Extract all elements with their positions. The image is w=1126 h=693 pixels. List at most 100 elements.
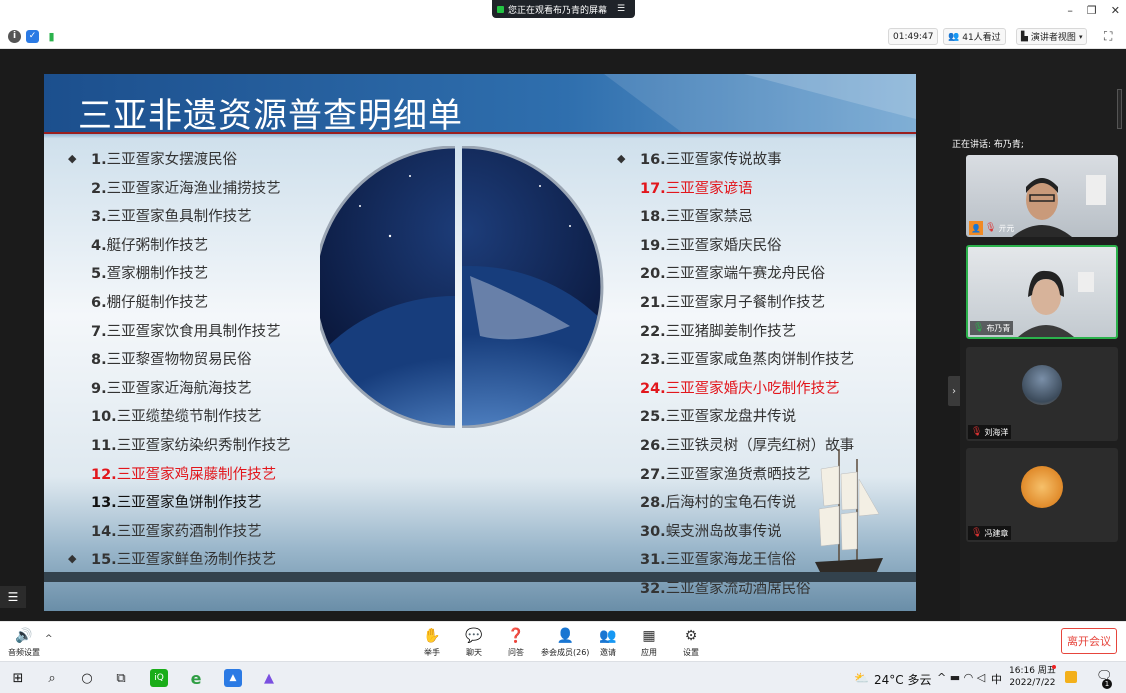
left-list-item: 2.三亚疍家近海渔业捕捞技艺 bbox=[91, 177, 281, 198]
fullscreen-icon[interactable]: ⛶ bbox=[1104, 29, 1112, 44]
meeting-app-icon[interactable]: ▲ bbox=[224, 669, 242, 687]
audio-settings-button[interactable]: 🔊 音频设置 bbox=[8, 628, 40, 658]
browser-icon[interactable]: e bbox=[187, 669, 205, 688]
security-shield-icon[interactable]: ✓ bbox=[26, 30, 39, 43]
left-list-item: 14.三亚疍家药酒制作技艺 bbox=[91, 520, 262, 541]
participant-name: 布乃青 bbox=[986, 323, 1011, 333]
toolbar-button-label: 聊天 bbox=[466, 648, 482, 657]
ime-indicator[interactable]: 中 bbox=[991, 671, 1002, 687]
clock[interactable]: 16:16 周五 2022/7/22 bbox=[1009, 665, 1056, 689]
item-text: 三亚疍家饮食用具制作技艺 bbox=[106, 323, 281, 340]
leave-meeting-button[interactable]: 离开会议 bbox=[1061, 628, 1117, 654]
tray-icons[interactable]: ^ ▬ ◠ ◁ bbox=[937, 671, 985, 684]
avatar bbox=[1022, 365, 1062, 405]
item-text: 三亚疍家近海航海技艺 bbox=[106, 380, 252, 397]
iqiyi-app-icon[interactable]: iQ bbox=[150, 669, 168, 687]
item-number: 2. bbox=[91, 180, 107, 197]
mic-active-icon: 🎙 bbox=[973, 323, 985, 333]
toolbar-button-label: 邀请 bbox=[600, 648, 616, 657]
item-text: 三亚疍家禁忌 bbox=[665, 209, 753, 226]
item-number: 6. bbox=[91, 295, 107, 311]
item-number: 22. bbox=[640, 323, 666, 340]
screen-share-banner[interactable]: 您正在观看布乃青的屏幕 ☰ bbox=[492, 0, 635, 18]
list-toggle-icon[interactable]: ☰ bbox=[0, 586, 26, 608]
item-number: 27. bbox=[640, 466, 666, 483]
view-mode-dropdown[interactable]: ▙ 演讲者视图 ▾ bbox=[1016, 28, 1088, 45]
item-number: 28. bbox=[640, 495, 666, 512]
video-tile[interactable]: 👤 🎙 亓元 bbox=[966, 155, 1118, 237]
left-list-item: 13.三亚疍家鱼饼制作技艺 bbox=[91, 491, 262, 512]
item-text: 三亚疍家鱼具制作技艺 bbox=[106, 209, 252, 226]
signal-icon[interactable]: ▮ bbox=[45, 30, 58, 43]
menu-icon[interactable]: ☰ bbox=[617, 4, 625, 14]
apps-button[interactable]: ▦ 应用 bbox=[641, 628, 657, 658]
left-list-item: 7.三亚疍家饮食用具制作技艺 bbox=[91, 320, 281, 341]
meeting-timer: 01:49:47 bbox=[888, 28, 939, 45]
invite-button[interactable]: 👥 邀请 bbox=[599, 628, 616, 658]
video-tile[interactable]: 🎙 冯建章 bbox=[966, 448, 1118, 542]
apps-icon: ▦ bbox=[642, 628, 656, 644]
sailboat-image bbox=[815, 449, 883, 578]
item-number: 13. bbox=[91, 495, 117, 512]
restore-icon[interactable]: ❐ bbox=[1087, 4, 1097, 17]
left-list-item: 5.疍家棚制作技艺 bbox=[91, 262, 208, 283]
app-icon[interactable]: ▲ bbox=[260, 669, 278, 687]
item-text: 三亚缆垫缆节制作技艺 bbox=[116, 409, 262, 426]
left-list-item: 6.棚仔艇制作技艺 bbox=[91, 291, 208, 312]
item-number: 10. bbox=[91, 409, 117, 426]
video-tile[interactable]: 🎙 布乃青 bbox=[966, 245, 1118, 339]
right-list-item: 16.三亚疍家传说故事 bbox=[640, 148, 782, 169]
item-text: 三亚疍家近海渔业捕捞技艺 bbox=[106, 180, 281, 197]
mic-muted-icon: 🎙 bbox=[985, 223, 997, 233]
video-tile[interactable]: 🎙 刘海洋 bbox=[966, 347, 1118, 441]
toolbar-button-label: 参会成员(26) bbox=[541, 648, 590, 657]
item-text: 三亚疍家婚庆小吃制作技艺 bbox=[665, 380, 840, 397]
item-text: 三亚疍家流动酒席民俗 bbox=[665, 581, 811, 597]
chevron-up-icon[interactable]: ^ bbox=[45, 634, 53, 644]
item-number: 30. bbox=[640, 523, 666, 540]
item-text: 三亚疍家月子餐制作技艺 bbox=[665, 295, 826, 311]
title-underline bbox=[44, 132, 916, 134]
settings-button[interactable]: ⚙ 设置 bbox=[683, 628, 699, 658]
weather-text[interactable]: 24°C 多云 bbox=[874, 671, 931, 688]
hand-button[interactable]: ✋ 举手 bbox=[423, 628, 440, 658]
chat-button[interactable]: 💬 聊天 bbox=[465, 628, 482, 658]
item-number: 25. bbox=[640, 409, 666, 426]
minimize-icon[interactable]: – bbox=[1067, 4, 1073, 17]
item-number: 5. bbox=[91, 266, 107, 283]
item-text: 三亚疍家纺染织秀制作技艺 bbox=[116, 438, 291, 454]
item-text: 艇仔粥制作技艺 bbox=[106, 237, 209, 254]
viewers-button[interactable]: 👥 41人看过 bbox=[943, 28, 1006, 45]
left-list-item: 1.三亚疍家女摆渡民俗 bbox=[91, 148, 237, 169]
shared-screen: 三亚非遗资源普查明细单 1.三亚疍家女摆渡民俗 2.三亚疍家近海渔业捕捞技艺 3.三… bbox=[0, 49, 960, 621]
sea-horizon-band bbox=[44, 572, 916, 582]
close-icon[interactable]: ✕ bbox=[1111, 4, 1120, 17]
right-list-item: 21.三亚疍家月子餐制作技艺 bbox=[640, 291, 825, 312]
participant-name-tag: 🎙 布乃青 bbox=[970, 321, 1014, 335]
collapse-sidebar-icon[interactable]: › bbox=[948, 376, 960, 406]
clock-date: 2022/7/22 bbox=[1009, 678, 1056, 688]
chevron-down-icon: ▾ bbox=[1078, 32, 1083, 41]
right-list-item: 19.三亚疍家婚庆民俗 bbox=[640, 234, 782, 255]
search-icon[interactable]: ⌕ bbox=[43, 669, 61, 687]
active-speaker-label: 正在讲话: 布乃青; bbox=[952, 140, 1024, 150]
tray-app-icon[interactable] bbox=[1065, 671, 1077, 683]
left-list-item: 3.三亚疍家鱼具制作技艺 bbox=[91, 205, 252, 226]
right-list-item: 31.三亚疍家海龙王信俗 bbox=[640, 548, 796, 569]
cortana-icon[interactable]: ○ bbox=[78, 669, 96, 687]
item-text: 三亚疍家海龙王信俗 bbox=[665, 552, 797, 569]
audio-level-meter bbox=[1117, 89, 1122, 129]
windows-start-icon[interactable]: ⊞ bbox=[9, 669, 27, 687]
viewers-text: 41人看过 bbox=[962, 33, 1001, 43]
item-text: 三亚疍家女摆渡民俗 bbox=[106, 152, 238, 168]
audio-settings-label: 音频设置 bbox=[8, 648, 40, 657]
participants-button[interactable]: 👤 参会成员(26) bbox=[541, 628, 589, 658]
left-list-item: 12.三亚疍家鸡屎藤制作技艺 bbox=[91, 463, 276, 484]
item-number: 17. bbox=[640, 180, 666, 197]
qa-button[interactable]: ❓ 问答 bbox=[507, 628, 524, 658]
info-icon[interactable]: i bbox=[8, 30, 21, 43]
task-view-icon[interactable]: ⧉ bbox=[112, 669, 130, 687]
presentation-slide: 三亚非遗资源普查明细单 1.三亚疍家女摆渡民俗 2.三亚疍家近海渔业捕捞技艺 3.三… bbox=[44, 74, 916, 611]
item-number: 32. bbox=[640, 581, 666, 597]
bullet-icon: ◆ bbox=[617, 152, 626, 165]
